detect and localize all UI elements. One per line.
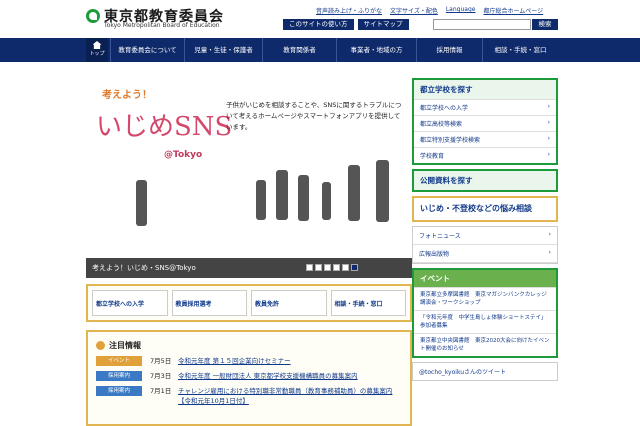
news-link[interactable]: 令和元年度 第１５回企業向けセミナー: [178, 356, 398, 366]
quick-link-license[interactable]: 教員免許: [251, 290, 327, 316]
carousel-dot[interactable]: [306, 264, 313, 271]
sitemap-button[interactable]: サイトマップ: [357, 19, 409, 30]
sidebar: 都立学校を探す 都立学校への入学 › 都立高校等検索 › 都立特別支援学校検索 › 学…: [412, 78, 558, 381]
nav-home-label: トップ: [89, 51, 105, 57]
usage-button[interactable]: このサイトの使い方: [283, 19, 354, 30]
news-link[interactable]: 令和元年度 一般財団法人 東京都学校支援機構職員の募集案内: [178, 371, 398, 381]
illustration-figure: [298, 175, 309, 221]
chevron-right-icon: ›: [548, 249, 551, 256]
org-name-en: Tokyo Metropolitan Board of Education: [104, 22, 220, 29]
carousel-dots[interactable]: [306, 264, 358, 271]
nav-item-consult[interactable]: 相談・手続・窓口: [482, 38, 558, 62]
carousel-dot[interactable]: [315, 264, 322, 271]
news-tag: 採用案内: [96, 371, 142, 381]
news-row: 採用案内 7月3日 令和元年度 一般財団法人 東京都学校支援機構職員の募集案内: [96, 371, 402, 381]
search-input[interactable]: [433, 19, 531, 30]
hero-caption: 考えよう！いじめ・SNS@Tokyo: [86, 258, 412, 278]
quick-link-teacher-exam[interactable]: 教員採用選考: [171, 290, 247, 316]
util-link-font-size[interactable]: 文字サイズ・配色: [390, 6, 438, 15]
news-date: 7月3日: [150, 372, 172, 380]
school-search-box: 都立学校を探す 都立学校への入学 › 都立高校等検索 › 都立特別支援学校検索 › 学…: [412, 78, 558, 165]
nav-item-educators[interactable]: 教育関係者: [262, 38, 336, 62]
hero-title: いじめSNS: [96, 112, 233, 142]
illustration-figure: [348, 165, 360, 221]
public-docs-link[interactable]: 公開資料を探す: [414, 171, 556, 190]
carousel-dot[interactable]: [324, 264, 331, 271]
news-date: 7月1日: [150, 387, 172, 395]
event-item[interactable]: 東京都立中央図書館 東京2020大会に向けたイベント開催のお知らせ: [414, 333, 556, 356]
util-link-furigana[interactable]: 音声読み上げ・ふりがな: [316, 6, 382, 15]
news-row: イベント 7月5日 令和元年度 第１５回企業向けセミナー: [96, 356, 402, 366]
quick-link-admission[interactable]: 都立学校への入学: [92, 290, 168, 316]
tweet-label: さんのツイート: [464, 369, 507, 376]
ijime-consult-box[interactable]: いじめ・不登校などの悩み相談: [412, 196, 558, 222]
util-link-language[interactable]: Language: [446, 6, 476, 15]
news-link[interactable]: チャレンジ雇用における特別職非常勤職員（教育事務補助員）の募集案内【令和元年10…: [178, 386, 398, 406]
illustration-figure: [376, 160, 389, 222]
nav-item-about[interactable]: 教育委員会について: [110, 38, 184, 62]
sidebar-item-school-education[interactable]: 学校教育 ›: [414, 147, 556, 163]
news-date: 7月5日: [150, 357, 172, 365]
illustration-figure: [276, 170, 288, 220]
carousel-dot[interactable]: [342, 264, 349, 271]
nav-item-business[interactable]: 事業者・地域の方: [336, 38, 416, 62]
news-row: 採用案内 7月1日 チャレンジ雇用における特別職非常勤職員（教育事務補助員）の募…: [96, 386, 402, 406]
chevron-right-icon: ›: [547, 151, 550, 158]
nav-home[interactable]: トップ: [86, 38, 108, 62]
photo-news-link[interactable]: フォトニュース ›: [413, 227, 557, 245]
nav-item-recruit[interactable]: 採用情報: [416, 38, 482, 62]
news-heading: 注目情報: [109, 341, 141, 350]
home-icon: [92, 41, 102, 49]
info-links: フォトニュース › 広報出版物 ›: [412, 226, 558, 264]
news-icon: [96, 341, 105, 350]
chevron-right-icon: ›: [547, 103, 550, 110]
carousel-pause[interactable]: [351, 264, 358, 271]
chevron-right-icon: ›: [547, 119, 550, 126]
event-box: イベント 東京都立多摩図書館 東京マガジンバンクカレッジ 講演会・ワークショップ…: [412, 268, 558, 358]
logo-icon: [86, 9, 100, 23]
event-item[interactable]: 東京都立多摩図書館 東京マガジンバンクカレッジ 講演会・ワークショップ: [414, 287, 556, 310]
illustration-figure: [256, 180, 266, 220]
hero-description: 子供がいじめを相談することや、SNSに関するトラブルについて考えるホームページや…: [226, 101, 402, 131]
tweet-account[interactable]: @tocho_kyoiku: [419, 369, 464, 376]
util-link-tocho[interactable]: 都庁総合ホームページ: [483, 6, 543, 15]
sidebar-item-admission[interactable]: 都立学校への入学 ›: [414, 99, 556, 115]
event-heading: イベント: [414, 270, 556, 287]
utility-links: 音声読み上げ・ふりがな 文字サイズ・配色 Language 都庁総合ホームページ: [316, 6, 543, 15]
nav-item-students[interactable]: 児童・生徒・保護者: [184, 38, 262, 62]
news-tag: イベント: [96, 356, 142, 366]
public-docs-box[interactable]: 公開資料を探す: [412, 169, 558, 192]
news-tag: 採用案内: [96, 386, 142, 396]
school-search-heading: 都立学校を探す: [414, 80, 556, 99]
illustration-figure: [322, 182, 331, 220]
tweet-box: @tocho_kyoikuさんのツイート: [412, 362, 558, 381]
carousel-dot[interactable]: [333, 264, 340, 271]
quick-link-consult[interactable]: 相談・手続・窓口: [330, 290, 406, 316]
featured-news: 注目情報 イベント 7月5日 令和元年度 第１５回企業向けセミナー 採用案内 7…: [86, 330, 412, 426]
search-button[interactable]: 検索: [532, 19, 558, 30]
chevron-right-icon: ›: [547, 135, 550, 142]
chevron-right-icon: ›: [548, 231, 551, 238]
hero-kicker: 考えよう！: [102, 90, 152, 101]
pr-publications-link[interactable]: 広報出版物 ›: [413, 245, 557, 263]
ijime-consult-link[interactable]: いじめ・不登校などの悩み相談: [420, 203, 550, 215]
sidebar-item-special-school-search[interactable]: 都立特別支援学校検索 ›: [414, 131, 556, 147]
hero-banner[interactable]: 考えよう！ いじめSNS @Tokyo 子供がいじめを相談することや、SNSに関…: [86, 70, 412, 258]
event-item[interactable]: 「令和元年度 中学生島しょ体験ショートステイ」参加者募集: [414, 310, 556, 333]
hero-sub: @Tokyo: [164, 150, 203, 160]
quick-links: 都立学校への入学 教員採用選考 教員免許 相談・手続・窓口: [86, 284, 412, 322]
sidebar-item-highschool-search[interactable]: 都立高校等検索 ›: [414, 115, 556, 131]
illustration-figure: [136, 180, 147, 226]
